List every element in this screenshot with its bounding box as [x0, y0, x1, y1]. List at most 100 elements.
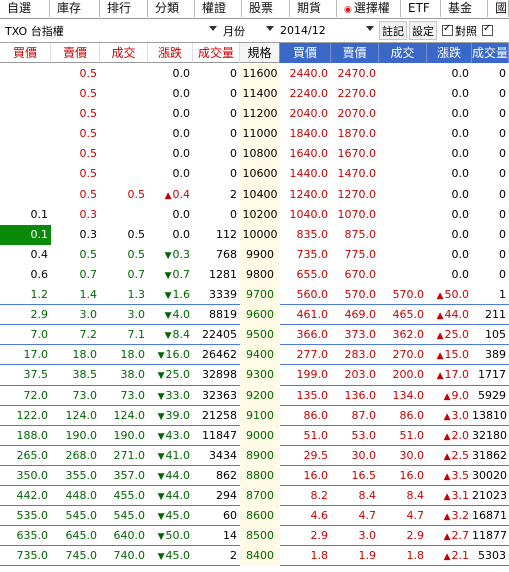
call-last-cell[interactable]: 0.5: [100, 185, 148, 205]
call-last-cell[interactable]: 357.0: [100, 466, 148, 486]
call-bid-cell[interactable]: [0, 84, 51, 104]
call-change-cell[interactable]: 0.7: [148, 265, 193, 285]
header-put-ask[interactable]: 賣價: [331, 43, 379, 63]
call-change-cell[interactable]: 0.0: [148, 164, 193, 184]
put-last-cell[interactable]: [379, 144, 427, 164]
call-last-cell[interactable]: 1.3: [100, 285, 148, 306]
call-volume-cell[interactable]: 32363: [193, 386, 240, 406]
strike-cell[interactable]: 11000: [240, 124, 280, 145]
strike-cell[interactable]: 8600: [240, 506, 280, 527]
table-row[interactable]: 1.21.41.31.633399700560.0570.0570.050.01: [0, 285, 509, 306]
call-last-cell[interactable]: 0.5: [100, 225, 148, 245]
call-ask-cell[interactable]: 124.0: [51, 406, 100, 426]
table-row[interactable]: 0.5 0.0 0 10600 1440.0 1470.0 0.0 0: [0, 164, 509, 185]
put-last-cell[interactable]: [379, 164, 427, 184]
put-change-cell[interactable]: 25.0: [427, 325, 472, 346]
call-bid-cell[interactable]: 7.0: [0, 325, 51, 346]
tab-fund[interactable]: 基金: [441, 0, 488, 17]
strike-cell[interactable]: 8500: [240, 526, 280, 547]
strike-cell[interactable]: 8700: [240, 485, 280, 507]
put-change-cell[interactable]: 0.0: [427, 124, 472, 144]
call-last-cell[interactable]: 545.0: [100, 506, 148, 527]
strike-cell[interactable]: 8800: [240, 465, 280, 486]
put-bid-cell[interactable]: 199.0: [280, 365, 331, 386]
table-row[interactable]: 0.40.50.50.37689900735.0775.00.00: [0, 244, 509, 265]
call-change-cell[interactable]: 39.0: [148, 406, 193, 426]
strike-cell[interactable]: 11400: [240, 84, 280, 105]
put-last-cell[interactable]: 30.0: [379, 446, 427, 466]
put-volume-cell[interactable]: 32180: [472, 426, 509, 446]
put-change-cell[interactable]: 3.5: [427, 466, 472, 486]
table-row[interactable]: 37.538.538.025.0328989300199.0203.0200.0…: [0, 365, 509, 386]
call-change-cell[interactable]: 44.0: [148, 466, 193, 486]
put-volume-cell[interactable]: 31862: [472, 446, 509, 466]
put-last-cell[interactable]: 570.0: [379, 285, 427, 306]
strike-cell[interactable]: 8900: [240, 445, 280, 466]
call-bid-cell[interactable]: 1.2: [0, 285, 51, 306]
strike-cell[interactable]: 10200: [240, 204, 280, 225]
strike-cell[interactable]: 9700: [240, 285, 280, 306]
call-volume-cell[interactable]: 112: [193, 225, 240, 245]
put-volume-cell[interactable]: 0: [472, 245, 509, 265]
call-change-cell[interactable]: 45.0: [148, 506, 193, 527]
call-volume-cell[interactable]: 26462: [193, 345, 240, 366]
table-row[interactable]: 635.0645.0640.050.01485002.93.02.92.7118…: [0, 526, 509, 547]
put-last-cell[interactable]: [379, 104, 427, 124]
call-change-cell[interactable]: 25.0: [148, 365, 193, 386]
tab-watchlist[interactable]: 自選: [0, 0, 50, 17]
table-row[interactable]: 72.073.073.033.0323639200135.0136.0134.0…: [0, 385, 509, 406]
put-change-cell[interactable]: 2.7: [427, 526, 472, 547]
put-bid-cell[interactable]: 461.0: [280, 305, 331, 326]
compare-checkbox[interactable]: [442, 23, 453, 36]
call-bid-cell[interactable]: 188.0: [0, 426, 51, 446]
call-ask-cell[interactable]: 73.0: [51, 386, 100, 406]
call-ask-cell[interactable]: 268.0: [51, 446, 100, 466]
put-ask-cell[interactable]: 283.0: [331, 345, 379, 366]
table-row[interactable]: 0.50.50.42104001240.01270.00.00: [0, 184, 509, 205]
call-bid-cell[interactable]: 0.1: [0, 205, 51, 225]
call-ask-cell[interactable]: 355.0: [51, 466, 100, 486]
put-bid-cell[interactable]: 655.0: [280, 265, 331, 285]
put-bid-cell[interactable]: 1040.0: [280, 205, 331, 225]
call-ask-cell[interactable]: 448.0: [51, 486, 100, 507]
call-volume-cell[interactable]: 14: [193, 526, 240, 547]
put-last-cell[interactable]: 134.0: [379, 386, 427, 406]
put-bid-cell[interactable]: 8.2: [280, 486, 331, 507]
put-ask-cell[interactable]: 2070.0: [331, 104, 379, 124]
table-row[interactable]: 7.07.27.18.4224059500366.0373.0362.025.0…: [0, 325, 509, 346]
call-bid-cell[interactable]: 2.9: [0, 305, 51, 326]
put-change-cell[interactable]: 15.0: [427, 345, 472, 366]
put-last-cell[interactable]: 270.0: [379, 345, 427, 366]
call-bid-cell[interactable]: 442.0: [0, 486, 51, 507]
put-ask-cell[interactable]: 1870.0: [331, 124, 379, 144]
call-ask-cell[interactable]: 545.0: [51, 506, 100, 527]
table-row[interactable]: 735.0745.0740.045.0284001.81.91.82.15303: [0, 546, 509, 567]
call-change-cell[interactable]: 0.0: [148, 64, 193, 84]
call-ask-cell[interactable]: 0.5: [51, 185, 100, 205]
put-ask-cell[interactable]: 203.0: [331, 365, 379, 386]
tab-futures[interactable]: 期貨: [290, 0, 337, 17]
put-last-cell[interactable]: [379, 84, 427, 104]
call-volume-cell[interactable]: 0: [193, 144, 240, 164]
strike-cell[interactable]: 9500: [240, 325, 280, 346]
table-row[interactable]: 350.0355.0357.044.0862880016.016.516.03.…: [0, 465, 509, 486]
header-call-change[interactable]: 漲跌: [148, 43, 193, 63]
tab-category[interactable]: 分類: [148, 0, 195, 17]
call-ask-cell[interactable]: 0.5: [51, 124, 100, 144]
put-volume-cell[interactable]: 13810: [472, 406, 509, 426]
put-volume-cell[interactable]: 0: [472, 84, 509, 104]
put-change-cell[interactable]: 3.0: [427, 406, 472, 426]
put-volume-cell[interactable]: 389: [472, 345, 509, 366]
strike-cell[interactable]: 10800: [240, 144, 280, 165]
put-bid-cell[interactable]: 1640.0: [280, 144, 331, 164]
call-change-cell[interactable]: 1.6: [148, 285, 193, 306]
put-change-cell[interactable]: 0.0: [427, 185, 472, 205]
call-last-cell[interactable]: 740.0: [100, 546, 148, 567]
settings-button[interactable]: 設定: [409, 21, 437, 40]
call-ask-cell[interactable]: 745.0: [51, 546, 100, 567]
call-bid-cell[interactable]: [0, 64, 51, 84]
put-volume-cell[interactable]: 21023: [472, 486, 509, 507]
call-ask-cell[interactable]: 0.3: [51, 225, 100, 245]
put-change-cell[interactable]: 17.0: [427, 365, 472, 386]
put-volume-cell[interactable]: 211: [472, 305, 509, 326]
